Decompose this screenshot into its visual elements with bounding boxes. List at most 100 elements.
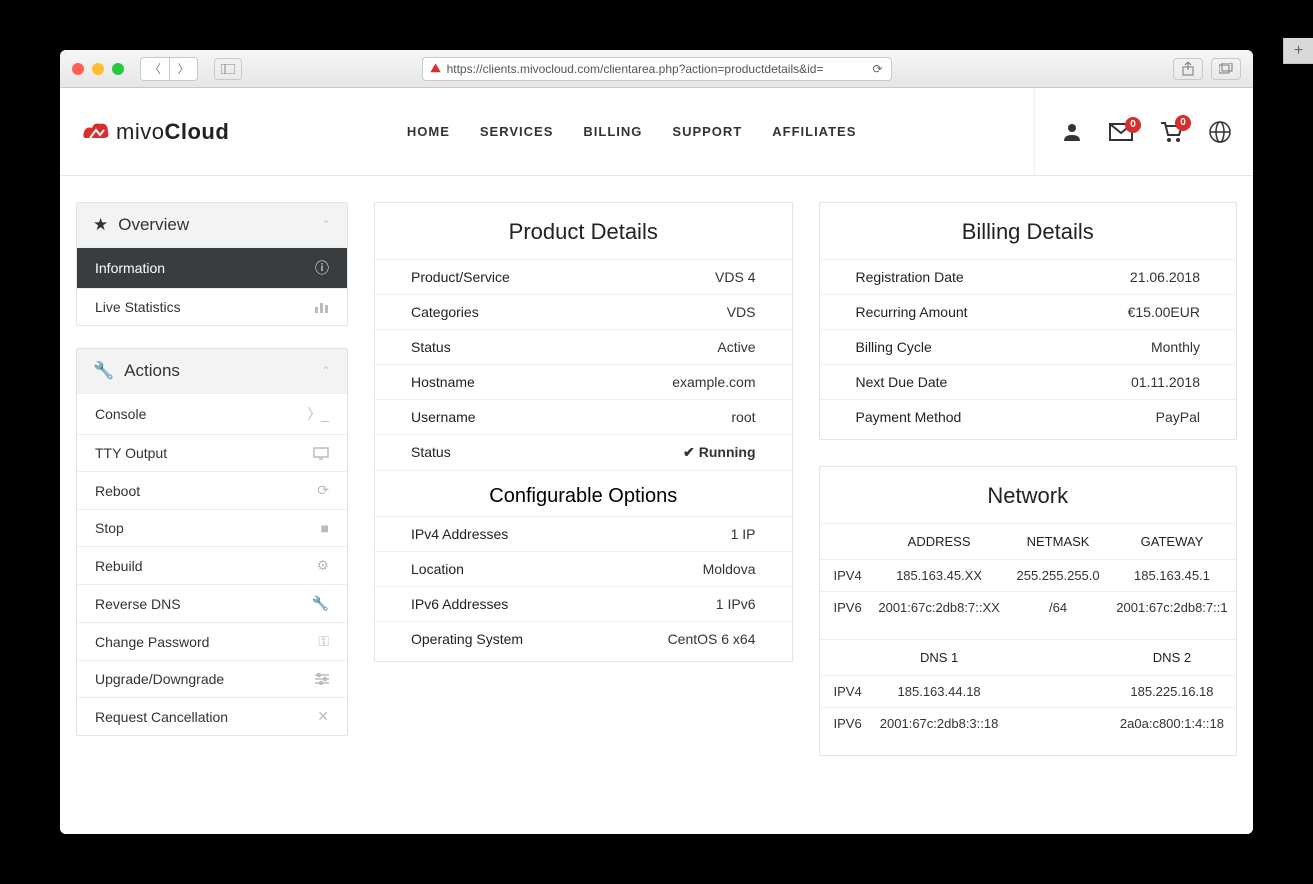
product-details-card: Product Details Product/ServiceVDS 4 Cat… bbox=[374, 202, 793, 662]
cart-icon[interactable]: 0 bbox=[1159, 121, 1183, 143]
main-nav: HOME SERVICES BILLING SUPPORT AFFILIATES bbox=[407, 124, 857, 139]
sidebar-item-change-password[interactable]: Change Password ⚿ bbox=[77, 622, 347, 660]
sidebar-actions-header[interactable]: 🔧 Actions ⌃ bbox=[77, 349, 347, 393]
cell: 185.163.45.1 bbox=[1108, 560, 1236, 592]
window-controls bbox=[72, 63, 124, 75]
cell: IPV6 bbox=[820, 708, 870, 740]
sidebar-item-upgrade-downgrade[interactable]: Upgrade/Downgrade bbox=[77, 660, 347, 697]
sidebar-item-stop[interactable]: Stop ■ bbox=[77, 509, 347, 546]
nav-support[interactable]: SUPPORT bbox=[672, 124, 742, 139]
kv-key: Location bbox=[411, 561, 464, 577]
x-icon: ✕ bbox=[317, 708, 329, 725]
sidebar-item-rebuild[interactable]: Rebuild ⚙ bbox=[77, 546, 347, 584]
favicon: ⛰ bbox=[431, 61, 441, 76]
kv-val: 1 IP bbox=[731, 526, 756, 542]
cart-badge: 0 bbox=[1175, 115, 1191, 131]
nav-services[interactable]: SERVICES bbox=[480, 124, 554, 139]
sidebar-overview-title: Overview bbox=[118, 215, 189, 235]
sidebar-item-label: Rebuild bbox=[95, 558, 142, 574]
kv-val: Moldova bbox=[703, 561, 756, 577]
cell: IPV4 bbox=[820, 676, 870, 708]
th-netmask: NETMASK bbox=[1008, 524, 1108, 560]
kv-key: Recurring Amount bbox=[856, 304, 968, 320]
kv-key: Categories bbox=[411, 304, 479, 320]
stop-icon: ■ bbox=[321, 520, 329, 536]
billing-details-card: Billing Details Registration Date21.06.2… bbox=[819, 202, 1238, 440]
nav-home[interactable]: HOME bbox=[407, 124, 450, 139]
kv-key: Payment Method bbox=[856, 409, 962, 425]
close-window[interactable] bbox=[72, 63, 84, 75]
minimize-window[interactable] bbox=[92, 63, 104, 75]
reload-icon[interactable]: ⟳ bbox=[872, 62, 882, 76]
kv-val: root bbox=[731, 409, 755, 425]
kv-val: CentOS 6 x64 bbox=[668, 631, 756, 647]
cell: /64 bbox=[1008, 592, 1108, 624]
titlebar: 〈 〉 ⛰ https://clients.mivocloud.com/clie… bbox=[60, 50, 1253, 88]
kv-val: Monthly bbox=[1151, 339, 1200, 355]
sidebar-overview-header[interactable]: ★ Overview ⌃ bbox=[77, 203, 347, 247]
chevron-up-icon: ⌃ bbox=[321, 218, 331, 232]
cell: 185.163.44.18 bbox=[870, 676, 1008, 708]
share-button[interactable] bbox=[1173, 58, 1203, 80]
sidebar-item-reverse-dns[interactable]: Reverse DNS 🔧 bbox=[77, 584, 347, 622]
nav-affiliates[interactable]: AFFILIATES bbox=[772, 124, 856, 139]
sidebar-item-request-cancellation[interactable]: Request Cancellation ✕ bbox=[77, 697, 347, 735]
sidebar-item-live-statistics[interactable]: Live Statistics bbox=[77, 288, 347, 325]
kv-key: Registration Date bbox=[856, 269, 964, 285]
wrench-icon: 🔧 bbox=[93, 361, 114, 381]
gears-icon: ⚙ bbox=[316, 557, 329, 574]
sidebar-item-console[interactable]: Console 〉_ bbox=[77, 393, 347, 434]
site-header: mivoCloud HOME SERVICES BILLING SUPPORT … bbox=[60, 88, 1253, 176]
logo[interactable]: mivoCloud bbox=[82, 119, 229, 145]
table-row: IPV4 185.163.45.XX 255.255.255.0 185.163… bbox=[820, 560, 1237, 592]
table-row: IPV4 185.163.44.18 185.225.16.18 bbox=[820, 676, 1237, 708]
sliders-icon bbox=[315, 673, 329, 685]
browser-window: 〈 〉 ⛰ https://clients.mivocloud.com/clie… bbox=[60, 50, 1253, 834]
kv-val: VDS 4 bbox=[715, 269, 755, 285]
sidebar-item-label: Live Statistics bbox=[95, 299, 181, 315]
kv-key: IPv6 Addresses bbox=[411, 596, 508, 612]
kv-val: €15.00EUR bbox=[1128, 304, 1200, 320]
th-dns2: DNS 2 bbox=[1108, 640, 1236, 676]
sidebar-item-label: Request Cancellation bbox=[95, 709, 228, 725]
account-icon[interactable] bbox=[1061, 121, 1083, 143]
kv-key: Hostname bbox=[411, 374, 475, 390]
mail-badge: 0 bbox=[1125, 117, 1141, 133]
globe-icon[interactable] bbox=[1209, 121, 1231, 143]
cell: 2001:67c:2db8:7::XX bbox=[870, 592, 1008, 624]
configurable-options-title: Configurable Options bbox=[375, 470, 792, 516]
kv-key: Next Due Date bbox=[856, 374, 948, 390]
sidebar-item-information[interactable]: Information ⓘ bbox=[77, 247, 347, 288]
url-bar[interactable]: ⛰ https://clients.mivocloud.com/clientar… bbox=[422, 57, 892, 81]
kv-key: Status bbox=[411, 444, 451, 461]
nav-billing[interactable]: BILLING bbox=[583, 124, 642, 139]
kv-key: Billing Cycle bbox=[856, 339, 932, 355]
back-button[interactable]: 〈 bbox=[141, 58, 169, 80]
forward-button[interactable]: 〉 bbox=[169, 58, 197, 80]
maximize-window[interactable] bbox=[112, 63, 124, 75]
star-icon: ★ bbox=[93, 215, 108, 235]
mail-icon[interactable]: 0 bbox=[1109, 123, 1133, 141]
sidebar-toggle[interactable] bbox=[214, 58, 242, 80]
wrench-icon: 🔧 bbox=[312, 595, 329, 612]
sidebar-item-tty-output[interactable]: TTY Output bbox=[77, 434, 347, 471]
cell: 185.225.16.18 bbox=[1108, 676, 1236, 708]
status-running: Running bbox=[683, 444, 756, 461]
kv-val: PayPal bbox=[1156, 409, 1200, 425]
tabs-button[interactable] bbox=[1211, 58, 1241, 80]
kv-val: 01.11.2018 bbox=[1131, 374, 1200, 390]
refresh-icon: ⟳ bbox=[317, 482, 329, 499]
kv-val: 1 IPv6 bbox=[716, 596, 756, 612]
kv-key: Operating System bbox=[411, 631, 523, 647]
network-table: ADDRESS NETMASK GATEWAY IPV4 185.163.45.… bbox=[820, 523, 1237, 755]
sidebar-item-reboot[interactable]: Reboot ⟳ bbox=[77, 471, 347, 509]
terminal-icon: 〉_ bbox=[307, 404, 329, 424]
billing-details-title: Billing Details bbox=[820, 203, 1237, 259]
sidebar-item-label: TTY Output bbox=[95, 445, 167, 461]
logo-text-1: mivo bbox=[116, 119, 164, 144]
sidebar-item-label: Console bbox=[95, 406, 146, 422]
sidebar-item-label: Information bbox=[95, 260, 165, 276]
sidebar-item-label: Reverse DNS bbox=[95, 596, 181, 612]
sidebar-actions-panel: 🔧 Actions ⌃ Console 〉_ TTY Output bbox=[76, 348, 348, 736]
cell: 255.255.255.0 bbox=[1008, 560, 1108, 592]
